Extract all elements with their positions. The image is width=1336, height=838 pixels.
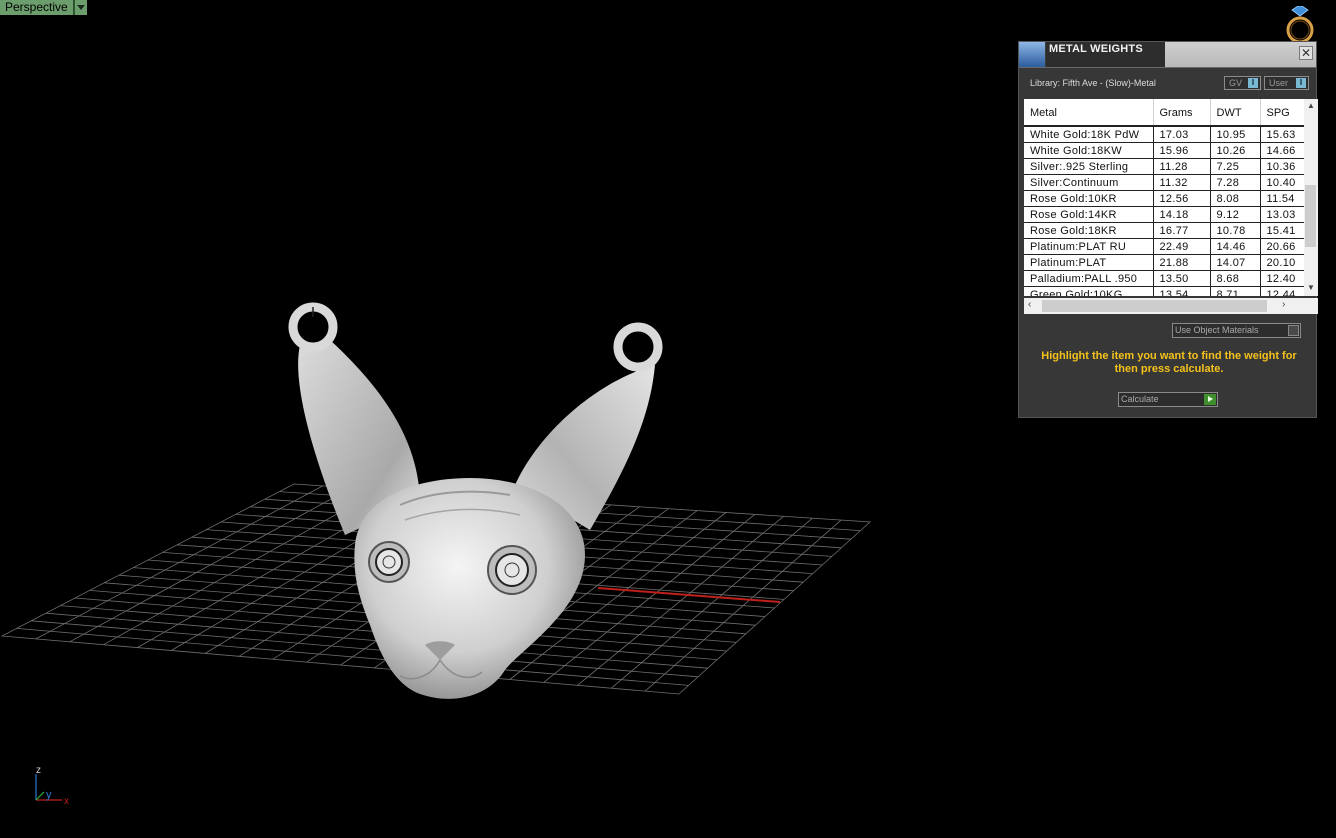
library-label: Library: Fifth Ave - (Slow)-Metal	[1030, 78, 1156, 88]
use-object-materials-dropdown[interactable]: Use Object Materials	[1172, 323, 1301, 338]
metal-table[interactable]: Metal Grams DWT SPG White Gold:18K PdW 17…	[1024, 99, 1304, 296]
table-row[interactable]: Palladium:PALL .950 13.50 8.68 12.40	[1024, 270, 1304, 287]
scroll-down-icon[interactable]: ▼	[1304, 283, 1318, 292]
user-toggle-indicator: I	[1296, 78, 1306, 88]
metal-cell: Silver:.925 Sterling	[1024, 158, 1154, 175]
axis-indicator: z y x	[35, 765, 69, 807]
spg-cell: 20.10	[1260, 254, 1304, 271]
grams-cell: 22.49	[1153, 238, 1211, 255]
grams-cell: 14.18	[1153, 206, 1211, 223]
metal-cell: White Gold:18K PdW	[1024, 126, 1154, 143]
grams-cell: 16.77	[1153, 222, 1211, 239]
matrix-app-icon	[1019, 42, 1046, 67]
spg-cell: 15.63	[1260, 126, 1304, 143]
table-horizontal-scrollbar[interactable]: ‹ ›	[1024, 298, 1318, 314]
grams-cell: 12.56	[1153, 190, 1211, 207]
table-row[interactable]: White Gold:18K PdW 17.03 10.95 15.63	[1024, 126, 1304, 143]
grams-cell: 15.96	[1153, 142, 1211, 159]
dwt-cell: 14.46	[1210, 238, 1261, 255]
spg-cell: 13.03	[1260, 206, 1304, 223]
spg-cell: 20.66	[1260, 238, 1304, 255]
play-icon	[1204, 394, 1216, 405]
dwt-cell: 10.26	[1210, 142, 1261, 159]
spg-cell: 10.40	[1260, 174, 1304, 191]
table-row[interactable]: Green Gold:10KG 13.54 8.71 12.44	[1024, 286, 1304, 296]
spg-cell: 10.36	[1260, 158, 1304, 175]
dwt-cell: 7.25	[1210, 158, 1261, 175]
user-label: User	[1269, 78, 1289, 88]
dwt-cell: 8.08	[1210, 190, 1261, 207]
dwt-cell: 9.12	[1210, 206, 1261, 223]
column-header-grams[interactable]: Grams	[1153, 99, 1211, 127]
metal-cell: Rose Gold:18KR	[1024, 222, 1154, 239]
table-header-row: Metal Grams DWT SPG	[1024, 99, 1304, 127]
calculate-button[interactable]: Calculate	[1118, 392, 1218, 407]
scroll-right-icon[interactable]: ›	[1282, 299, 1285, 310]
table-vertical-scrollbar[interactable]: ▲ ▼	[1304, 99, 1318, 296]
column-header-dwt[interactable]: DWT	[1210, 99, 1261, 127]
spg-cell: 14.66	[1260, 142, 1304, 159]
gv-toggle[interactable]: GV I	[1224, 76, 1261, 90]
grams-cell: 21.88	[1153, 254, 1211, 271]
axis-y-label: y	[46, 789, 52, 801]
metal-cell: Silver:Continuum	[1024, 174, 1154, 191]
panel-titlebar[interactable]: METAL WEIGHTS ✕	[1019, 42, 1316, 68]
cat-head	[354, 478, 585, 699]
table-row[interactable]: Platinum:PLAT RU 22.49 14.46 20.66	[1024, 238, 1304, 255]
x-axis-line	[597, 587, 781, 603]
table-row[interactable]: Rose Gold:18KR 16.77 10.78 15.41	[1024, 222, 1304, 239]
grams-cell: 11.32	[1153, 174, 1211, 191]
table-row[interactable]: White Gold:18KW 15.96 10.26 14.66	[1024, 142, 1304, 159]
dwt-cell: 8.71	[1210, 286, 1261, 296]
spg-cell: 15.41	[1260, 222, 1304, 239]
column-header-spg[interactable]: SPG	[1260, 99, 1304, 127]
table-row[interactable]: Silver:.925 Sterling 11.28 7.25 10.36	[1024, 158, 1304, 175]
dwt-cell: 14.07	[1210, 254, 1261, 271]
metal-cell: Rose Gold:10KR	[1024, 190, 1154, 207]
ring-logo-icon	[1286, 6, 1314, 44]
left-eye	[368, 541, 410, 583]
instruction-text: Highlight the item you want to find the …	[1041, 350, 1297, 375]
spg-cell: 11.54	[1260, 190, 1304, 207]
user-toggle[interactable]: User I	[1264, 76, 1309, 90]
grams-cell: 13.50	[1153, 270, 1211, 287]
metal-cell: White Gold:18KW	[1024, 142, 1154, 159]
metal-cell: Platinum:PLAT	[1024, 254, 1154, 271]
panel-title: METAL WEIGHTS	[1049, 43, 1143, 55]
gv-toggle-indicator: I	[1248, 78, 1258, 88]
table-row[interactable]: Rose Gold:14KR 14.18 9.12 13.03	[1024, 206, 1304, 223]
table-row[interactable]: Silver:Continuum 11.32 7.28 10.40	[1024, 174, 1304, 191]
spg-cell: 12.44	[1260, 286, 1304, 296]
dwt-cell: 10.78	[1210, 222, 1261, 239]
column-header-metal[interactable]: Metal	[1024, 99, 1154, 127]
hscroll-thumb[interactable]	[1042, 300, 1267, 312]
table-row[interactable]: Rose Gold:10KR 12.56 8.08 11.54	[1024, 190, 1304, 207]
dwt-cell: 10.95	[1210, 126, 1261, 143]
metal-cell: Rose Gold:14KR	[1024, 206, 1154, 223]
gv-label: GV	[1229, 78, 1243, 88]
axis-z-label: z	[36, 765, 41, 776]
scroll-left-icon[interactable]: ‹	[1028, 299, 1031, 310]
dropdown-knob-icon	[1288, 325, 1299, 336]
table-row[interactable]: Platinum:PLAT 21.88 14.07 20.10	[1024, 254, 1304, 271]
dwt-cell: 8.68	[1210, 270, 1261, 287]
close-icon[interactable]: ✕	[1299, 46, 1313, 60]
metal-weights-panel: METAL WEIGHTS ✕ Library: Fifth Ave - (Sl…	[1018, 41, 1318, 418]
metal-cell: Platinum:PLAT RU	[1024, 238, 1154, 255]
spg-cell: 12.40	[1260, 270, 1304, 287]
metal-cell: Palladium:PALL .950	[1024, 270, 1154, 287]
grams-cell: 17.03	[1153, 126, 1211, 143]
right-eye	[487, 545, 537, 595]
grams-cell: 11.28	[1153, 158, 1211, 175]
calculate-label: Calculate	[1121, 394, 1159, 404]
scroll-thumb[interactable]	[1305, 185, 1316, 247]
dwt-cell: 7.28	[1210, 174, 1261, 191]
use-object-materials-label: Use Object Materials	[1175, 325, 1259, 335]
metal-cell: Green Gold:10KG	[1024, 286, 1154, 296]
axis-x-label: x	[64, 796, 69, 807]
right-bail-ring	[613, 322, 663, 372]
scroll-up-icon[interactable]: ▲	[1304, 101, 1318, 110]
grams-cell: 13.54	[1153, 286, 1211, 296]
